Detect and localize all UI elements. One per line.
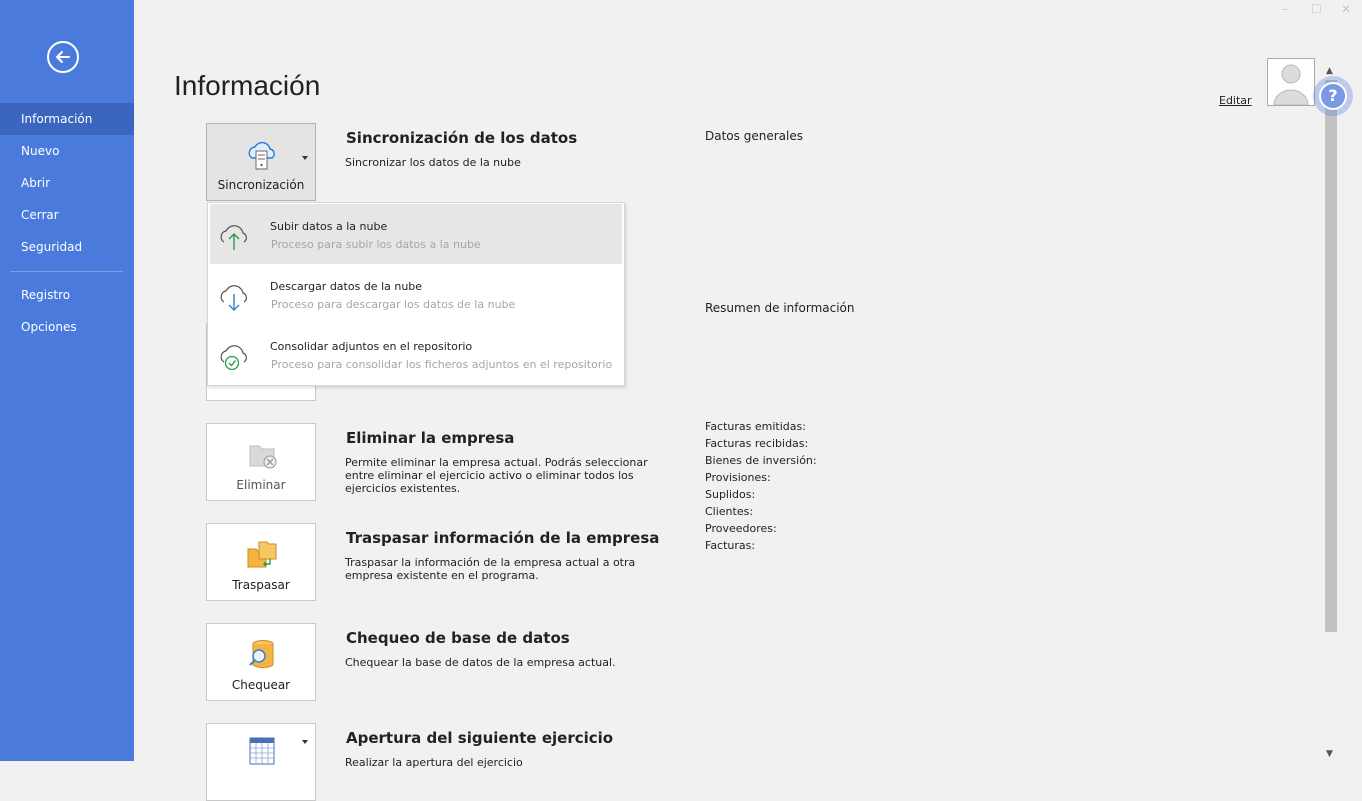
sync-title: Sincronización de los datos xyxy=(346,129,578,147)
nav-item-abrir[interactable]: Abrir xyxy=(0,167,134,199)
opening-desc: Realizar la apertura del ejercicio xyxy=(345,756,523,769)
dropdown-item-desc: Proceso para descargar los datos de la n… xyxy=(271,298,516,311)
info-row: Bienes de inversión: xyxy=(705,454,817,467)
info-row: Clientes: xyxy=(705,505,754,518)
dropdown-item-title: Subir datos a la nube xyxy=(270,220,388,233)
dropdown-item-desc: Proceso para subir los datos a la nube xyxy=(271,238,481,251)
delete-desc: Permite eliminar la empresa actual. Podr… xyxy=(345,456,648,495)
cloud-server-icon xyxy=(248,141,275,170)
edit-link[interactable]: Editar xyxy=(1219,94,1252,107)
info-row: Suplidos: xyxy=(705,488,756,501)
maximize-button[interactable]: ☐ xyxy=(1311,2,1322,16)
transfer-folders-icon xyxy=(247,541,277,568)
general-data-heading: Datos generales xyxy=(705,129,803,143)
dropdown-item-upload[interactable]: Subir datos a la nube Proceso para subir… xyxy=(210,204,622,264)
sync-button-label: Sincronización xyxy=(217,178,305,192)
minimize-button[interactable]: – xyxy=(1282,2,1288,16)
dropdown-item-title: Consolidar adjuntos en el repositorio xyxy=(270,340,473,353)
delete-button-label: Eliminar xyxy=(236,478,286,492)
check-title: Chequeo de base de datos xyxy=(346,629,570,647)
dropdown-item-desc: Proceso para consolidar los ficheros adj… xyxy=(271,358,613,371)
arrow-left-icon xyxy=(56,51,70,63)
nav-item-registro[interactable]: Registro xyxy=(0,279,134,311)
database-search-icon xyxy=(249,640,274,668)
opening-title: Apertura del siguiente ejercicio xyxy=(346,729,614,747)
transfer-button-label: Traspasar xyxy=(232,578,290,592)
info-row: Facturas recibidas: xyxy=(705,437,809,450)
user-icon xyxy=(1273,64,1309,106)
check-button-label: Chequear xyxy=(231,678,291,692)
delete-button[interactable]: Eliminar xyxy=(206,423,316,501)
transfer-desc: Traspasar la información de la empresa a… xyxy=(345,556,636,582)
sync-dropdown-menu: Subir datos a la nube Proceso para subir… xyxy=(207,202,625,386)
chevron-down-icon[interactable] xyxy=(302,156,308,160)
transfer-title: Traspasar información de la empresa xyxy=(346,529,660,547)
sidebar: Información Nuevo Abrir Cerrar Seguridad… xyxy=(0,0,134,761)
nav-item-seguridad[interactable]: Seguridad xyxy=(0,231,134,263)
calendar-icon xyxy=(249,737,275,765)
scroll-up-icon[interactable]: ▲ xyxy=(1326,66,1333,76)
avatar[interactable] xyxy=(1267,58,1315,106)
info-row: Facturas emitidas: xyxy=(705,420,806,433)
nav-item-informacion[interactable]: Información xyxy=(0,103,134,135)
check-desc: Chequear la base de datos de la empresa … xyxy=(345,656,616,669)
help-button[interactable]: ? xyxy=(1313,76,1353,116)
chevron-down-icon[interactable] xyxy=(302,740,308,744)
scrollbar-thumb[interactable] xyxy=(1325,80,1337,632)
check-button[interactable]: Chequear xyxy=(206,623,316,701)
dropdown-item-download[interactable]: Descargar datos de la nube Proceso para … xyxy=(210,264,622,324)
nav-item-opciones[interactable]: Opciones xyxy=(0,311,134,343)
help-icon: ? xyxy=(1319,82,1347,110)
nav-divider xyxy=(10,271,123,272)
info-row: Provisiones: xyxy=(705,471,771,484)
delete-title: Eliminar la empresa xyxy=(346,429,515,447)
close-button[interactable]: ✕ xyxy=(1341,2,1351,16)
sync-desc: Sincronizar los datos de la nube xyxy=(345,156,521,169)
info-row: Facturas: xyxy=(705,539,756,552)
transfer-button[interactable]: Traspasar xyxy=(206,523,316,601)
nav-item-cerrar[interactable]: Cerrar xyxy=(0,199,134,231)
dropdown-item-title: Descargar datos de la nube xyxy=(270,280,423,293)
scroll-down-icon[interactable]: ▼ xyxy=(1326,749,1333,759)
cloud-upload-icon xyxy=(220,225,247,250)
summary-heading: Resumen de información xyxy=(705,301,855,315)
opening-button[interactable] xyxy=(206,723,316,801)
page-title: Información xyxy=(174,70,321,101)
cloud-check-icon xyxy=(220,345,247,371)
sync-button[interactable]: Sincronización xyxy=(206,123,316,201)
cloud-download-icon xyxy=(220,285,247,311)
info-row: Proveedores: xyxy=(705,522,777,535)
back-button[interactable] xyxy=(47,41,79,73)
folder-delete-icon xyxy=(249,445,277,469)
dropdown-item-consolidate[interactable]: Consolidar adjuntos en el repositorio Pr… xyxy=(210,324,622,384)
nav-item-nuevo[interactable]: Nuevo xyxy=(0,135,134,167)
